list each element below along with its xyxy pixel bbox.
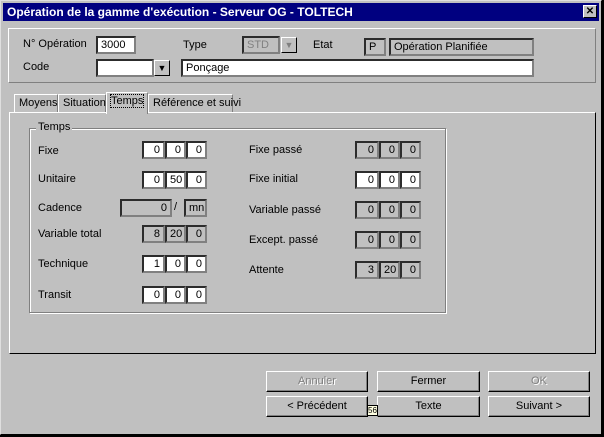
- fixe-passe-seconds-field: 0: [400, 141, 421, 159]
- texte-button[interactable]: Texte: [377, 396, 480, 417]
- window-title: Opération de la gamme d'exécution - Serv…: [7, 5, 353, 19]
- technique-label: Technique: [38, 258, 89, 270]
- code-field[interactable]: [96, 59, 154, 77]
- down-arrow-icon: ▼: [284, 40, 294, 50]
- close-button[interactable]: ✕: [583, 5, 597, 18]
- attente-hours-field: 3: [355, 261, 379, 279]
- cadence-unit-field: mn: [184, 199, 207, 217]
- code-dropdown-button[interactable]: ▼: [154, 60, 170, 76]
- tab-temps[interactable]: Temps: [106, 92, 148, 114]
- code-description-field[interactable]: Ponçage: [181, 59, 534, 77]
- variable-total-minutes-field: 20: [165, 225, 186, 243]
- etat-code-field: P: [364, 38, 386, 56]
- operation-label: N° Opération: [23, 38, 87, 50]
- unitaire-minutes-field[interactable]: 50: [165, 171, 186, 189]
- suivant-button[interactable]: Suivant >: [488, 396, 590, 417]
- fixe-initial-label: Fixe initial: [249, 173, 298, 185]
- fixe-passe-hours-field: 0: [355, 141, 379, 159]
- ok-button[interactable]: OK: [488, 371, 590, 392]
- variable-passe-label: Variable passé: [249, 204, 321, 216]
- unitaire-label: Unitaire: [38, 173, 76, 185]
- down-arrow-icon: ▼: [157, 63, 167, 73]
- cadence-value-field: 0: [120, 199, 172, 217]
- cadence-separator: /: [174, 201, 178, 213]
- tooltip-marker: 56: [367, 405, 378, 416]
- type-dropdown-button: ▼: [281, 37, 297, 53]
- technique-minutes-field[interactable]: 0: [165, 255, 186, 273]
- type-field: STD: [242, 36, 280, 54]
- fixe-label: Fixe: [38, 145, 59, 157]
- precedent-button[interactable]: < Précédent: [266, 396, 368, 417]
- tab-moyens[interactable]: Moyens: [14, 94, 58, 112]
- cadence-label: Cadence: [38, 202, 83, 214]
- tab-reference-et-suivi[interactable]: Référence et suivi: [148, 94, 241, 112]
- fixe-hours-field[interactable]: 0: [142, 141, 165, 159]
- dialog-window: Opération de la gamme d'exécution - Serv…: [0, 0, 602, 435]
- unitaire-hours-field[interactable]: 0: [142, 171, 165, 189]
- fixe-seconds-field[interactable]: 0: [186, 141, 207, 159]
- attente-label: Attente: [249, 264, 284, 276]
- variable-total-label: Variable total: [38, 228, 102, 240]
- variable-passe-hours-field: 0: [355, 201, 379, 219]
- except-passe-label: Except. passé: [249, 234, 319, 246]
- tab-situation[interactable]: Situation: [58, 94, 106, 112]
- except-passe-seconds-field: 0: [400, 231, 421, 249]
- title-bar: Opération de la gamme d'exécution - Serv…: [3, 3, 599, 21]
- technique-hours-field[interactable]: 1: [142, 255, 165, 273]
- temps-group-label: Temps: [36, 121, 73, 133]
- fixe-passe-minutes-field: 0: [379, 141, 400, 159]
- operation-number-field[interactable]: 3000: [96, 36, 136, 54]
- except-passe-hours-field: 0: [355, 231, 379, 249]
- variable-passe-minutes-field: 0: [379, 201, 400, 219]
- fixe-initial-minutes-field[interactable]: 0: [379, 171, 400, 189]
- fixe-passe-label: Fixe passé: [249, 144, 303, 156]
- annuler-button[interactable]: Annuler: [266, 371, 368, 392]
- transit-label: Transit: [38, 289, 72, 301]
- variable-passe-seconds-field: 0: [400, 201, 421, 219]
- fermer-button[interactable]: Fermer: [377, 371, 480, 392]
- code-label: Code: [23, 61, 50, 73]
- type-label: Type: [183, 39, 207, 51]
- etat-description-field: Opération Planifiée: [389, 38, 534, 56]
- transit-hours-field[interactable]: 0: [142, 286, 165, 304]
- attente-minutes-field: 20: [379, 261, 400, 279]
- technique-seconds-field[interactable]: 0: [186, 255, 207, 273]
- except-passe-minutes-field: 0: [379, 231, 400, 249]
- etat-label: Etat: [313, 39, 333, 51]
- variable-total-seconds-field: 0: [186, 225, 207, 243]
- unitaire-seconds-field[interactable]: 0: [186, 171, 207, 189]
- transit-seconds-field[interactable]: 0: [186, 286, 207, 304]
- variable-total-hours-field: 8: [142, 225, 165, 243]
- fixe-initial-seconds-field[interactable]: 0: [400, 171, 421, 189]
- attente-seconds-field: 0: [400, 261, 421, 279]
- fixe-initial-hours-field[interactable]: 0: [355, 171, 379, 189]
- fixe-minutes-field[interactable]: 0: [165, 141, 186, 159]
- transit-minutes-field[interactable]: 0: [165, 286, 186, 304]
